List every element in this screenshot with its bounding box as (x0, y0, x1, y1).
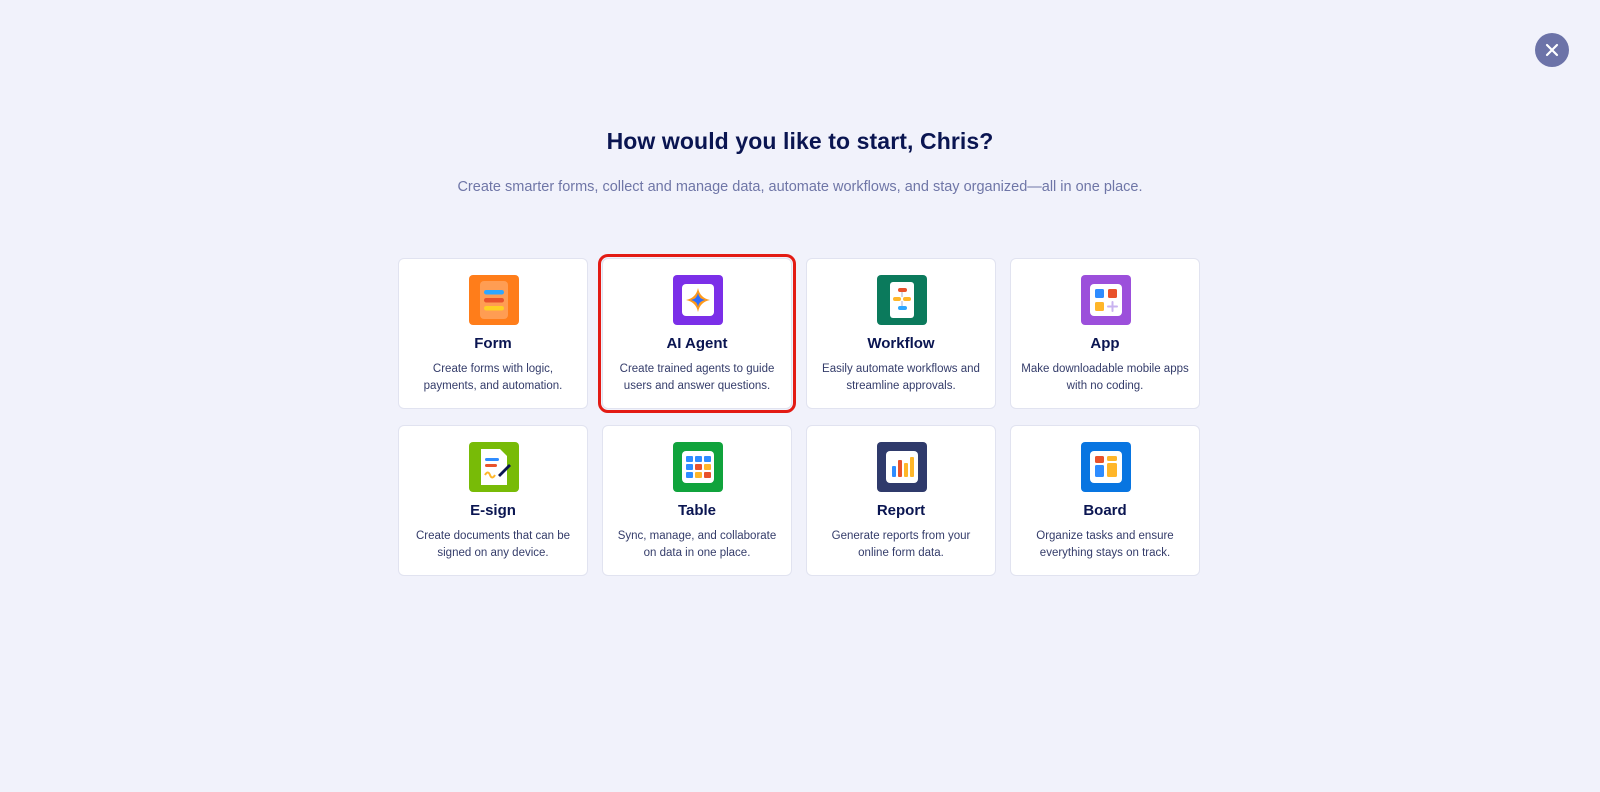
card-title: AI Agent (666, 335, 728, 352)
card-title: Table (677, 502, 717, 519)
card-table[interactable]: Table Sync, manage, and collaborate on d… (602, 425, 792, 576)
start-options-grid: Form Create forms with logic, payments, … (398, 254, 1202, 576)
page-title: How would you like to start, Chris? (606, 128, 994, 154)
card-description: Create documents that can be signed on a… (415, 530, 571, 559)
form-icon (469, 275, 519, 325)
close-icon (1545, 43, 1559, 57)
card-form[interactable]: Form Create forms with logic, payments, … (398, 258, 588, 409)
card-esign[interactable]: E-sign Create documents that can be sign… (398, 425, 588, 576)
card-report[interactable]: Report Generate reports from your online… (806, 425, 996, 576)
card-title: App (1090, 335, 1120, 352)
card-workflow[interactable]: Workflow Easily automate workflows and s… (806, 258, 996, 409)
report-icon (877, 442, 927, 492)
card-description: Sync, manage, and collaborate on data in… (617, 530, 777, 559)
card-description: Create trained agents to guide users and… (619, 363, 775, 392)
close-button[interactable] (1535, 33, 1569, 67)
table-icon (673, 442, 723, 492)
card-description: Create forms with logic, payments, and a… (423, 363, 563, 392)
card-app[interactable]: App Make downloadable mobile apps with n… (1010, 258, 1200, 409)
card-description: Make downloadable mobile apps with no co… (1021, 363, 1189, 392)
card-ai-agent[interactable]: AI Agent Create trained agents to guide … (598, 254, 796, 413)
app-icon (1081, 275, 1131, 325)
card-description: Organize tasks and ensure everything sta… (1036, 530, 1174, 559)
esign-icon (469, 442, 519, 492)
card-title: Board (1083, 502, 1127, 519)
page-subtitle: Create smarter forms, collect and manage… (457, 179, 1143, 195)
card-title: Workflow (867, 335, 935, 352)
card-description: Easily automate workflows and streamline… (822, 363, 980, 392)
card-title: E-sign (470, 502, 516, 519)
card-board[interactable]: Board Organize tasks and ensure everythi… (1010, 425, 1200, 576)
board-icon (1081, 442, 1131, 492)
workflow-icon (877, 275, 927, 325)
card-title: Form (474, 335, 512, 352)
card-title: Report (876, 502, 926, 519)
card-description: Generate reports from your online form d… (831, 530, 971, 559)
ai-agent-icon (673, 275, 723, 325)
